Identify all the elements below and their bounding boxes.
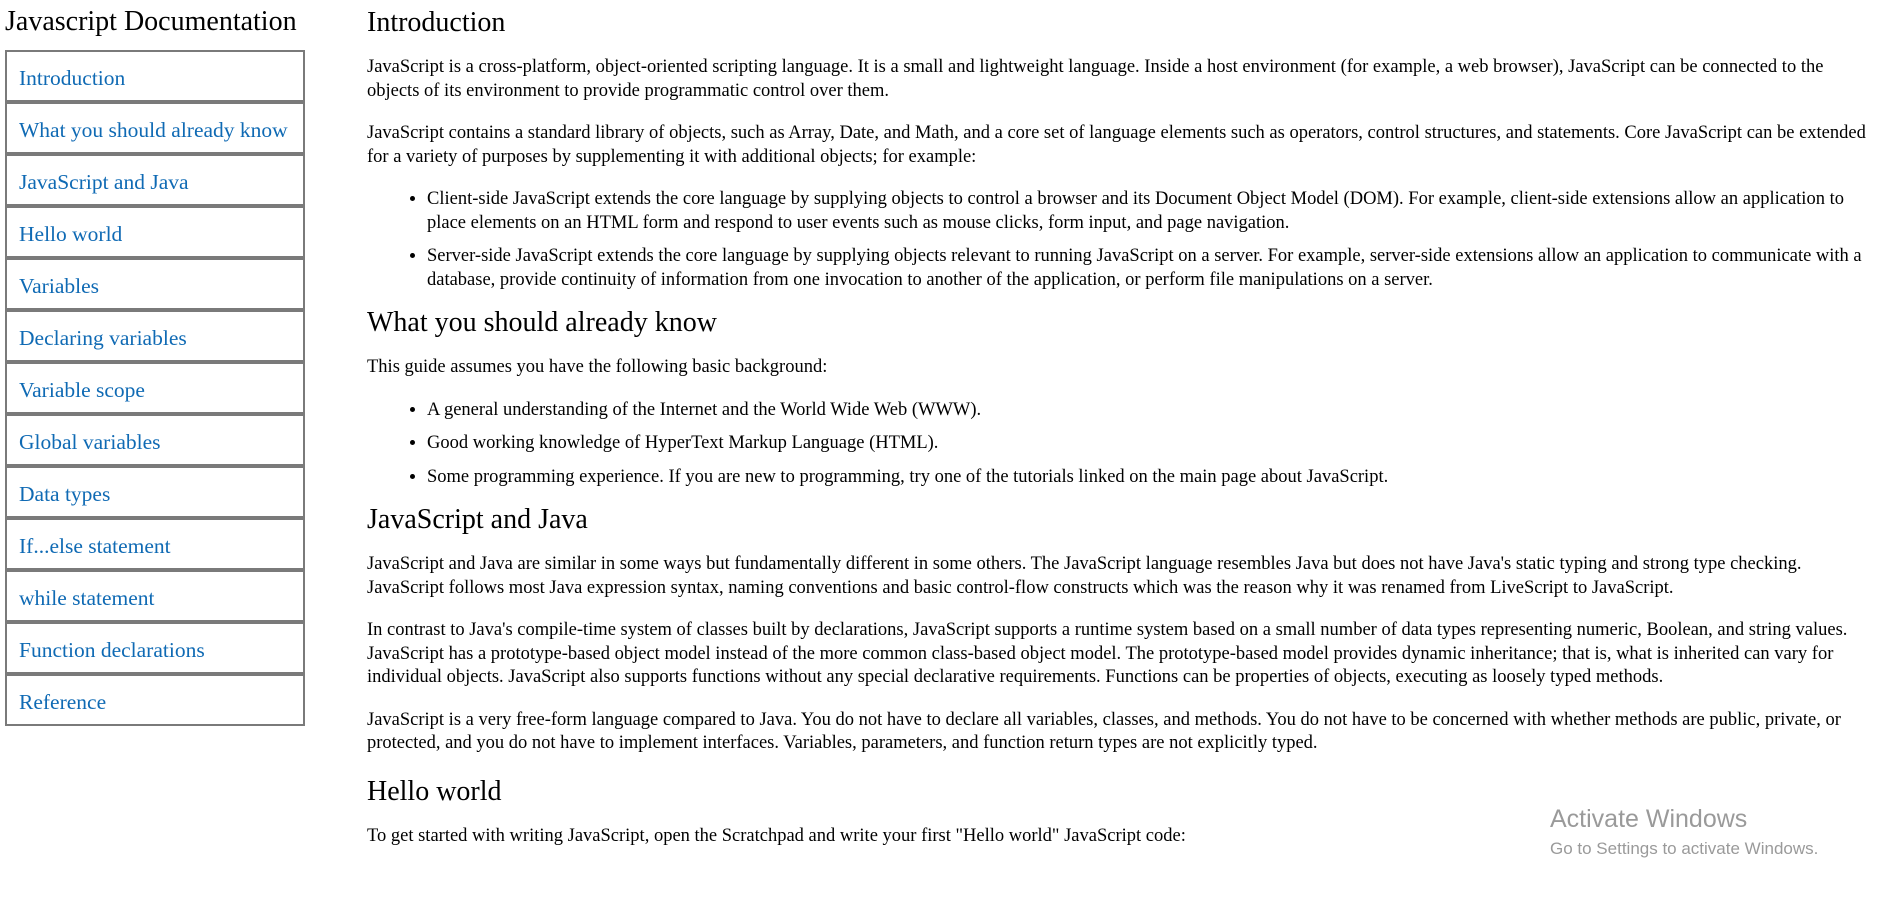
nav-link-declaring-variables[interactable]: Declaring variables <box>5 310 305 362</box>
intro-bullet-client-side: Client-side JavaScript extends the core … <box>427 188 1879 235</box>
activate-windows-subtitle: Go to Settings to activate Windows. <box>1550 839 1819 858</box>
nav-link-hello-world[interactable]: Hello world <box>5 206 305 258</box>
intro-paragraph-2: JavaScript contains a standard library o… <box>367 123 1866 167</box>
nav-link-variable-scope[interactable]: Variable scope <box>5 362 305 414</box>
section-javascript-and-java: JavaScript and Java JavaScript and Java … <box>367 503 1879 756</box>
nav-link-reference[interactable]: Reference <box>5 674 305 726</box>
nav-link-variables[interactable]: Variables <box>5 258 305 310</box>
nav-link-data-types[interactable]: Data types <box>5 466 305 518</box>
js-java-paragraph-3: JavaScript is a very free-form language … <box>367 709 1841 754</box>
intro-bullet-list: Client-side JavaScript extends the core … <box>367 188 1879 292</box>
nav-list: Introduction What you should already kno… <box>5 50 305 726</box>
already-know-bullet-list: A general understanding of the Internet … <box>367 399 1879 490</box>
js-java-paragraph-1: JavaScript and Java are similar in some … <box>367 554 1802 598</box>
navbar: Javascript Documentation Introduction Wh… <box>5 0 305 726</box>
nav-link-function-declarations[interactable]: Function declarations <box>5 622 305 674</box>
intro-bullet-server-side: Server-side JavaScript extends the core … <box>427 245 1879 292</box>
already-know-bullet-html: Good working knowledge of HyperText Mark… <box>427 432 1879 456</box>
nav-header: Javascript Documentation <box>5 6 297 37</box>
already-know-bullet-internet: A general understanding of the Internet … <box>427 399 1879 423</box>
nav-link-if-else-statement[interactable]: If...else statement <box>5 518 305 570</box>
nav-link-what-you-should-already-know[interactable]: What you should already know <box>5 102 305 154</box>
section-what-you-should-already-know: What you should already know This guide … <box>367 306 1879 489</box>
nav-link-while-statement[interactable]: while statement <box>5 570 305 622</box>
section-title-introduction: Introduction <box>367 7 506 38</box>
already-know-bullet-programming: Some programming experience. If you are … <box>427 466 1879 490</box>
nav-link-javascript-and-java[interactable]: JavaScript and Java <box>5 154 305 206</box>
nav-link-introduction[interactable]: Introduction <box>5 50 305 102</box>
intro-paragraph-1: JavaScript is a cross-platform, object-o… <box>367 57 1824 101</box>
activate-windows-watermark: Activate Windows Go to Settings to activ… <box>1550 804 1818 860</box>
section-introduction: Introduction JavaScript is a cross-platf… <box>367 6 1879 292</box>
activate-windows-title: Activate Windows <box>1550 805 1748 833</box>
nav-link-global-variables[interactable]: Global variables <box>5 414 305 466</box>
main-doc: Introduction JavaScript is a cross-platf… <box>367 0 1879 867</box>
js-java-paragraph-2: In contrast to Java's compile-time syste… <box>367 620 1848 687</box>
section-title-javascript-and-java: JavaScript and Java <box>367 504 588 535</box>
section-title-what-you-should-already-know: What you should already know <box>367 307 717 338</box>
already-know-paragraph: This guide assumes you have the followin… <box>367 357 828 377</box>
